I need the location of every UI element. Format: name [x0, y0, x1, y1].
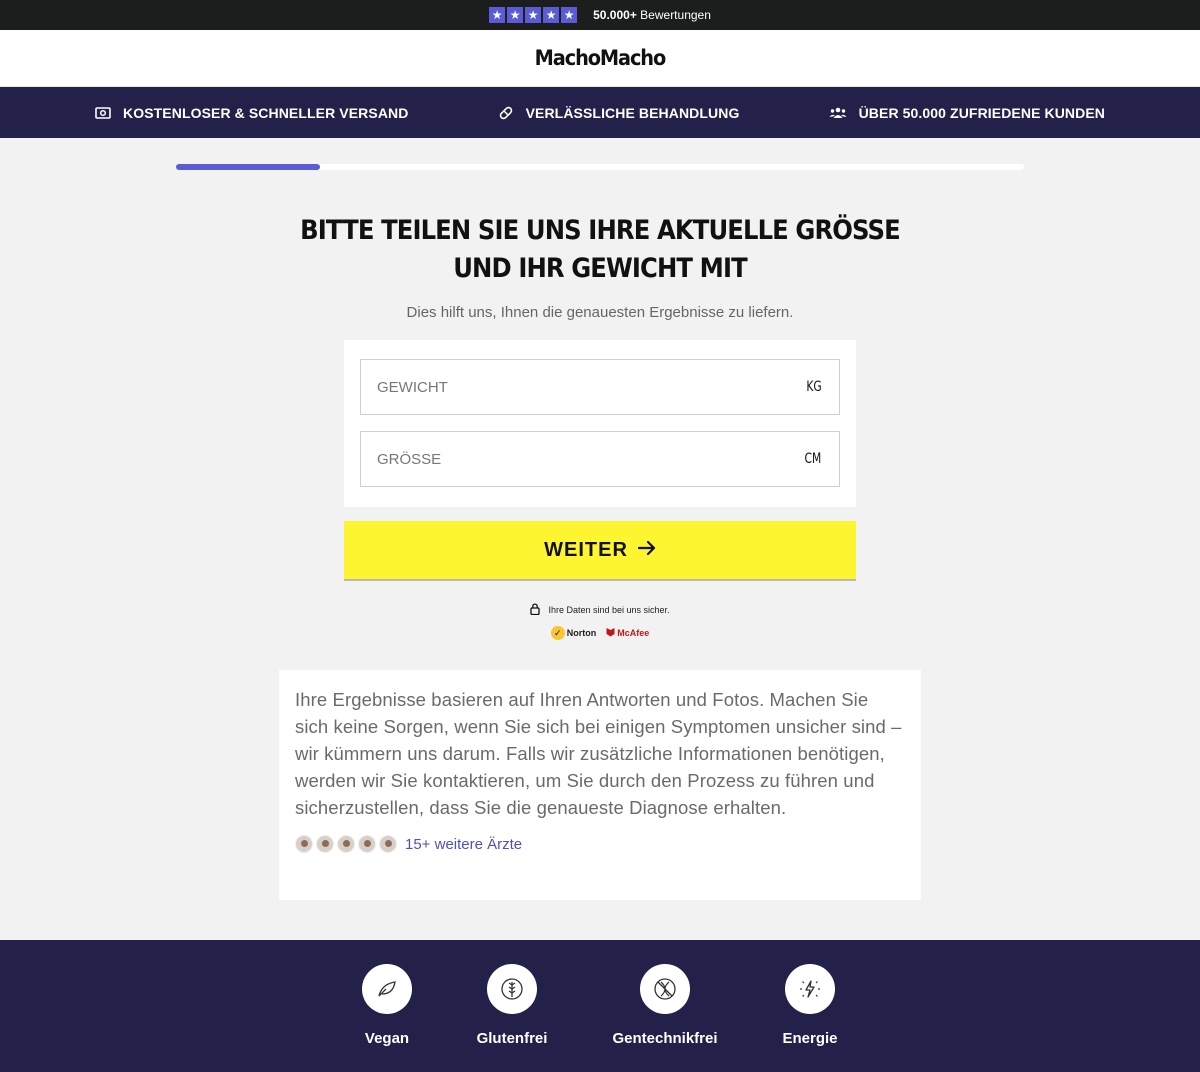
norton-label: Norton	[566, 628, 597, 638]
avatar	[295, 835, 313, 853]
info-card: Ihre Ergebnisse basieren auf Ihren Antwo…	[279, 670, 921, 900]
feature-gmo-free: Gentechnikfrei	[605, 964, 725, 1047]
lock-icon	[530, 603, 541, 617]
norton-badge: ✓ Norton	[550, 626, 597, 640]
measurement-form: KG CM	[344, 340, 856, 507]
feature-vegan: Vegan	[327, 964, 447, 1047]
continue-button[interactable]: WEITER	[344, 521, 856, 581]
mcafee-shield-icon	[606, 627, 615, 639]
security-note: Ihre Daten sind bei uns sicher.	[0, 603, 1200, 617]
weight-unit: KG	[806, 379, 822, 395]
pill-icon	[498, 105, 514, 121]
avatar	[379, 835, 397, 853]
feature-footer: Vegan Glutenfrei Gentechnikfrei Energie	[0, 940, 1200, 1072]
usp-item-shipping: KOSTENLOSER & SCHNELLER VERSAND	[95, 105, 408, 121]
question-subtitle: Dies hilft uns, Ihnen die genauesten Erg…	[406, 304, 794, 321]
trust-badges: ✓ Norton McAfee	[0, 626, 1200, 640]
star-icon: ★	[525, 7, 542, 23]
feature-label: Vegan	[364, 1030, 410, 1047]
mcafee-label: McAfee	[617, 628, 650, 638]
weight-input[interactable]	[377, 378, 805, 396]
height-input[interactable]	[377, 450, 804, 468]
rating-label: Bewertungen	[640, 8, 711, 22]
rating-count: 50.000+	[593, 8, 637, 22]
wheat-icon	[487, 964, 537, 1014]
weight-field[interactable]: KG	[360, 359, 840, 415]
feature-glutenfree: Glutenfrei	[452, 964, 572, 1047]
star-icon: ★	[543, 7, 560, 23]
avatar	[337, 835, 355, 853]
height-field[interactable]: CM	[360, 431, 840, 487]
users-icon	[829, 106, 847, 120]
star-icon: ★	[489, 7, 506, 23]
dna-icon	[640, 964, 690, 1014]
height-unit: CM	[804, 451, 822, 467]
usp-bar: KOSTENLOSER & SCHNELLER VERSAND VERLÄSSL…	[0, 87, 1200, 138]
header: MachoMacho	[0, 30, 1200, 87]
usp-label: KOSTENLOSER & SCHNELLER VERSAND	[123, 104, 409, 121]
brand-logo[interactable]: MachoMacho	[535, 46, 667, 70]
doctors-link[interactable]: 15+ weitere Ärzte	[405, 836, 522, 853]
rating-bar: ★ ★ ★ ★ ★ 50.000+ Bewertungen	[0, 0, 1200, 30]
progress-bar	[176, 164, 1024, 170]
question-title: BITTE TEILEN SIE UNS IHRE AKTUELLE GRÖSS…	[300, 215, 901, 284]
lightning-icon	[785, 964, 835, 1014]
leaf-icon	[362, 964, 412, 1014]
feature-energy: Energie	[750, 964, 870, 1047]
doctors-row: 15+ weitere Ärzte	[295, 835, 905, 853]
usp-item-customers: ÜBER 50.000 ZUFRIEDENE KUNDEN	[829, 105, 1105, 121]
info-text: Ihre Ergebnisse basieren auf Ihren Antwo…	[295, 689, 902, 818]
rating-text: 50.000+ Bewertungen	[593, 8, 711, 22]
star-icon: ★	[561, 7, 578, 23]
feature-label: Gentechnikfrei	[612, 1030, 718, 1047]
arrow-right-icon	[637, 539, 656, 562]
usp-item-treatment: VERLÄSSLICHE BEHANDLUNG	[498, 105, 740, 121]
security-text: Ihre Daten sind bei uns sicher.	[548, 605, 670, 615]
continue-label: WEITER	[544, 538, 628, 561]
mcafee-badge: McAfee	[606, 627, 649, 639]
doctor-avatars	[295, 835, 397, 853]
usp-label: ÜBER 50.000 ZUFRIEDENE KUNDEN	[858, 104, 1105, 121]
avatar	[316, 835, 334, 853]
avatar	[358, 835, 376, 853]
rating-stars: ★ ★ ★ ★ ★	[489, 7, 578, 23]
usp-label: VERLÄSSLICHE BEHANDLUNG	[525, 104, 740, 121]
money-icon	[95, 106, 111, 120]
progress-fill	[176, 164, 321, 170]
checkmark-icon: ✓	[550, 626, 565, 640]
feature-label: Glutenfrei	[476, 1030, 548, 1047]
star-icon: ★	[507, 7, 524, 23]
feature-label: Energie	[782, 1030, 838, 1047]
